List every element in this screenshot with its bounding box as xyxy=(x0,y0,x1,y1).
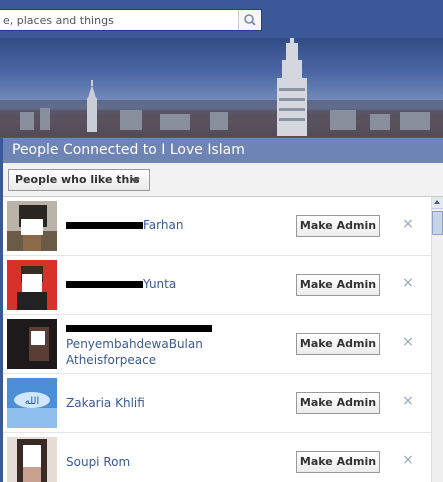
person-name[interactable]: Yunta xyxy=(66,276,176,292)
scroll-thumb[interactable] xyxy=(432,211,443,235)
profile-photo: الله xyxy=(7,378,57,428)
redaction-mark xyxy=(66,281,143,288)
profile-photo xyxy=(7,437,57,482)
profile-photo xyxy=(7,319,57,369)
avatar[interactable] xyxy=(7,437,57,482)
person-name[interactable]: Farhan xyxy=(66,217,183,233)
person-name-text: PenyembahdewaBulan xyxy=(66,337,203,351)
redaction-mark xyxy=(66,325,212,332)
chevron-down-icon xyxy=(130,178,140,183)
person-name[interactable]: Zakaria Khlifi xyxy=(66,395,145,411)
cover-photo xyxy=(0,38,443,137)
make-admin-button[interactable]: Make Admin xyxy=(296,392,380,414)
make-admin-button[interactable]: Make Admin xyxy=(296,274,380,296)
make-admin-button[interactable]: Make Admin xyxy=(296,333,380,355)
make-admin-button[interactable]: Make Admin xyxy=(296,215,380,237)
list-item: Yunta Make Admin × xyxy=(3,256,431,315)
person-name[interactable]: Soupi Rom xyxy=(66,454,130,470)
filter-label: People who like this xyxy=(15,173,140,186)
search-icon xyxy=(244,14,256,26)
list-item: Soupi Rom Make Admin × xyxy=(3,433,431,482)
close-icon[interactable]: × xyxy=(401,334,415,350)
make-admin-button[interactable]: Make Admin xyxy=(296,451,380,473)
search-button[interactable] xyxy=(238,10,261,30)
person-name-text: Yunta xyxy=(143,277,177,291)
avatar-caption: الله xyxy=(25,396,40,407)
filter-bar: People who like this xyxy=(3,163,443,197)
avatar[interactable] xyxy=(7,201,57,251)
person-name-text: Farhan xyxy=(143,218,184,232)
search-input[interactable] xyxy=(0,10,238,30)
person-name[interactable]: PenyembahdewaBulan Atheisforpeace xyxy=(66,320,212,368)
close-icon[interactable]: × xyxy=(401,275,415,291)
person-name-text: Soupi Rom xyxy=(66,455,131,469)
list-item: Farhan Make Admin × xyxy=(3,197,431,256)
people-dialog: People Connected to I Love Islam People … xyxy=(3,137,443,482)
top-bar xyxy=(0,0,443,38)
person-name-text: Zakaria Khlifi xyxy=(66,396,145,410)
scroll-up-icon[interactable] xyxy=(432,197,443,209)
search-box xyxy=(0,9,262,31)
close-icon[interactable]: × xyxy=(401,216,415,232)
profile-photo xyxy=(7,201,57,251)
profile-photo xyxy=(7,260,57,310)
avatar[interactable] xyxy=(7,260,57,310)
close-icon[interactable]: × xyxy=(401,393,415,409)
person-name-text-2: Atheisforpeace xyxy=(66,353,157,367)
scrollbar[interactable] xyxy=(431,197,443,482)
people-list[interactable]: Farhan Make Admin × Yunta Make Admin × P… xyxy=(3,197,431,482)
redaction-mark xyxy=(66,222,143,229)
list-item: الله Zakaria Khlifi Make Admin × xyxy=(3,374,431,433)
list-item: PenyembahdewaBulan Atheisforpeace Make A… xyxy=(3,315,431,374)
dialog-title: People Connected to I Love Islam xyxy=(3,137,443,163)
avatar[interactable] xyxy=(7,319,57,369)
cover-photo-art xyxy=(0,38,443,137)
people-filter-dropdown[interactable]: People who like this xyxy=(8,169,150,191)
avatar[interactable]: الله xyxy=(7,378,57,428)
close-icon[interactable]: × xyxy=(401,452,415,468)
